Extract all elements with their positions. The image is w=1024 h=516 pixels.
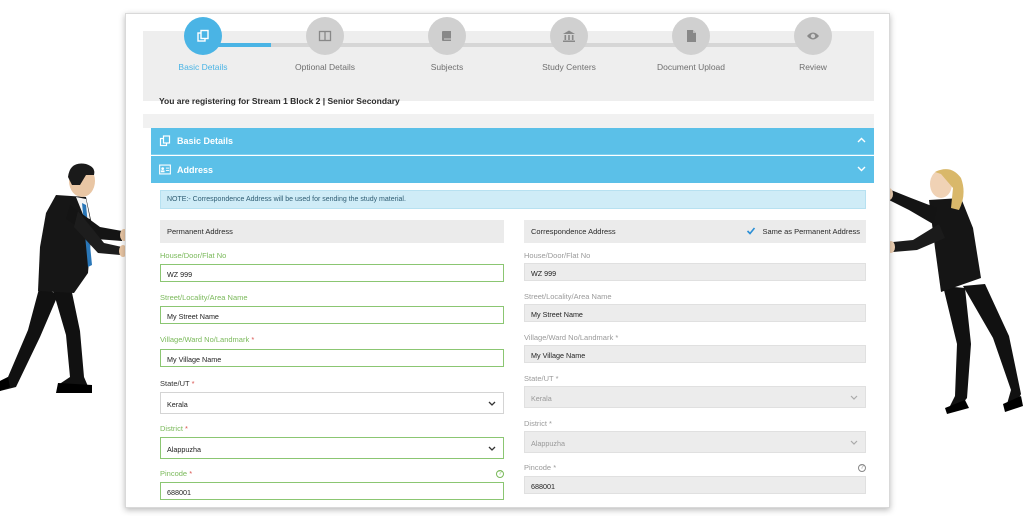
state-select-value: Kerala bbox=[167, 400, 188, 409]
step-label: Optional Details bbox=[294, 62, 355, 72]
step-basic-details[interactable]: Basic Details bbox=[143, 17, 263, 72]
required-marker: * bbox=[549, 419, 552, 428]
state-label: State/UT * bbox=[160, 379, 195, 388]
businesswoman-illustration bbox=[885, 168, 1024, 430]
help-icon[interactable]: ? bbox=[858, 464, 866, 472]
pincode-input[interactable]: 688001 bbox=[160, 482, 504, 500]
corr-district-select[interactable]: Alappuzha bbox=[524, 431, 866, 453]
corr-district-label: District * bbox=[524, 419, 552, 428]
corr-state-label: State/UT * bbox=[524, 374, 559, 383]
chevron-down-icon[interactable] bbox=[857, 164, 866, 175]
village-label: Village/Ward No/Landmark * bbox=[160, 335, 255, 344]
corr-village-input[interactable]: My Village Name bbox=[524, 345, 866, 363]
chevron-down-icon bbox=[488, 444, 496, 454]
accordion-title: Address bbox=[177, 164, 214, 175]
required-marker: * bbox=[615, 333, 619, 342]
note-banner: NOTE:- Correspondence Address will be us… bbox=[160, 190, 866, 209]
village-input[interactable]: My Village Name bbox=[160, 349, 504, 367]
corr-state-value: Kerala bbox=[531, 394, 552, 403]
accordion-address[interactable]: Address bbox=[151, 156, 874, 183]
step-optional-details[interactable]: Optional Details bbox=[265, 17, 385, 72]
columns-icon bbox=[306, 17, 344, 55]
step-label: Review bbox=[799, 62, 827, 72]
required-marker: * bbox=[191, 379, 195, 388]
corr-district-value: Alappuzha bbox=[531, 439, 565, 448]
accordion-title: Basic Details bbox=[177, 136, 234, 146]
step-study-centers[interactable]: Study Centers bbox=[509, 17, 629, 72]
help-icon[interactable]: ? bbox=[496, 470, 504, 478]
progress-stepper: Basic Details Optional Details Subjects … bbox=[143, 17, 874, 101]
street-input[interactable]: My Street Name bbox=[160, 306, 504, 324]
district-select-value: Alappuzha bbox=[167, 445, 201, 454]
corr-village-label: Village/Ward No/Landmark * bbox=[524, 333, 619, 342]
required-marker: * bbox=[185, 424, 188, 433]
businessman-illustration bbox=[0, 155, 128, 400]
corr-pincode-input[interactable]: 688001 bbox=[524, 476, 866, 494]
corr-street-input[interactable]: My Street Name bbox=[524, 304, 866, 322]
section-spacer bbox=[143, 114, 874, 128]
required-marker: * bbox=[555, 374, 559, 383]
accordion-basic-details[interactable]: Basic Details bbox=[151, 128, 874, 155]
institution-icon bbox=[550, 17, 588, 55]
step-document-upload[interactable]: Document Upload bbox=[631, 17, 751, 72]
district-select[interactable]: Alappuzha bbox=[160, 437, 504, 459]
chevron-down-icon bbox=[488, 399, 496, 409]
stage: Basic Details Optional Details Subjects … bbox=[0, 0, 1024, 516]
street-label: Street/Locality/Area Name bbox=[160, 293, 248, 302]
eye-icon bbox=[794, 17, 832, 55]
book-icon bbox=[428, 17, 466, 55]
pincode-label: Pincode * bbox=[160, 469, 193, 478]
correspondence-address-heading: Correspondence Address Same as Permanent… bbox=[524, 220, 866, 243]
chevron-up-icon[interactable] bbox=[857, 136, 866, 147]
chevron-down-icon bbox=[850, 393, 858, 403]
correspondence-heading-text: Correspondence Address bbox=[531, 227, 616, 236]
step-review[interactable]: Review bbox=[753, 17, 873, 72]
step-label: Basic Details bbox=[178, 62, 228, 72]
address-card-icon bbox=[159, 164, 171, 176]
registration-info: You are registering for Stream 1 Block 2… bbox=[159, 96, 400, 106]
required-marker: * bbox=[189, 469, 193, 478]
house-input[interactable]: WZ 999 bbox=[160, 264, 504, 282]
step-subjects[interactable]: Subjects bbox=[387, 17, 507, 72]
same-as-permanent-checkbox[interactable]: Same as Permanent Address bbox=[746, 226, 860, 236]
corr-house-label: House/Door/Flat No bbox=[524, 251, 591, 260]
step-label: Study Centers bbox=[542, 62, 596, 72]
required-marker: * bbox=[251, 335, 255, 344]
step-label: Subjects bbox=[430, 62, 464, 72]
registration-form-screenshot: Basic Details Optional Details Subjects … bbox=[125, 13, 890, 508]
chevron-down-icon bbox=[850, 438, 858, 448]
same-as-permanent-label: Same as Permanent Address bbox=[762, 226, 860, 236]
permanent-address-heading: Permanent Address bbox=[160, 220, 504, 243]
checkmark-icon bbox=[746, 226, 756, 236]
corr-street-label: Street/Locality/Area Name bbox=[524, 292, 612, 301]
corr-state-select[interactable]: Kerala bbox=[524, 386, 866, 408]
district-label: District * bbox=[160, 424, 188, 433]
corr-house-input[interactable]: WZ 999 bbox=[524, 263, 866, 281]
required-marker: * bbox=[553, 463, 557, 472]
state-select[interactable]: Kerala bbox=[160, 392, 504, 414]
corr-pincode-label: Pincode * bbox=[524, 463, 557, 472]
copy-icon bbox=[184, 17, 222, 55]
step-label: Document Upload bbox=[656, 62, 726, 72]
copy-icon bbox=[159, 135, 171, 147]
file-icon bbox=[672, 17, 710, 55]
address-form: NOTE:- Correspondence Address will be us… bbox=[151, 183, 874, 507]
house-label: House/Door/Flat No bbox=[160, 251, 227, 260]
